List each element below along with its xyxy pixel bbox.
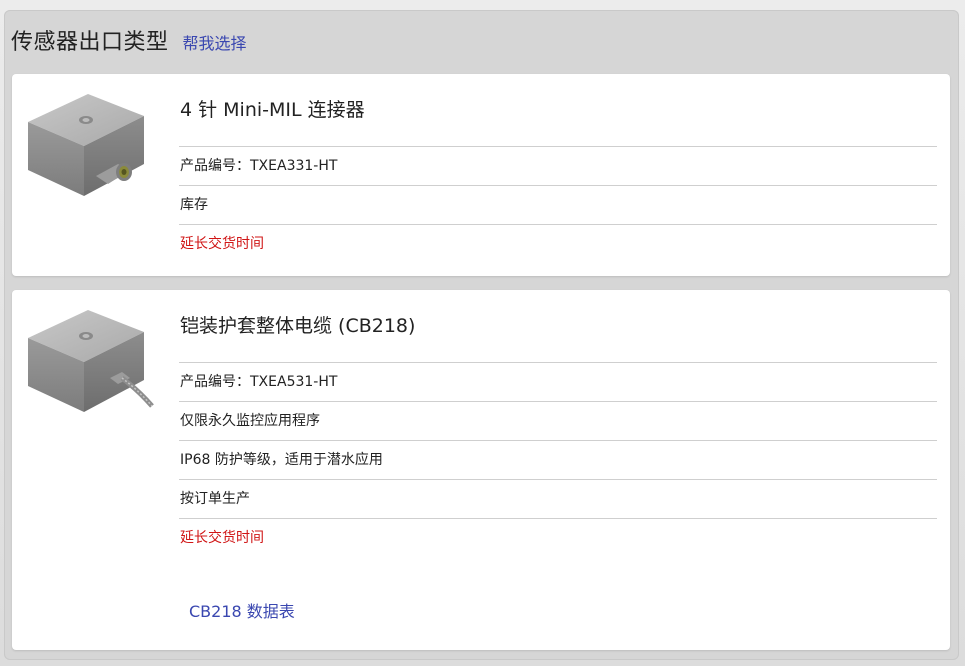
stock-status: 库存 — [179, 185, 937, 224]
product-details: 4 针 Mini-MIL 连接器 产品编号：TXEA331-HT 库存 延长交货… — [179, 92, 937, 263]
product-title[interactable]: 4 针 Mini-MIL 连接器 — [179, 92, 937, 128]
product-details: 铠装护套整体电缆 (CB218) 产品编号：TXEA531-HT 仅限永久监控应… — [179, 308, 937, 557]
product-card[interactable]: 4 针 Mini-MIL 连接器 产品编号：TXEA331-HT 库存 延长交货… — [12, 74, 950, 276]
panel-header: 传感器出口类型 帮我选择 — [11, 24, 247, 55]
sensor-connector-icon — [28, 94, 144, 196]
sensor-output-panel: 传感器出口类型 帮我选择 4 针 Mini-MIL 连接器 产品编号：TXEA3… — [4, 10, 959, 660]
part-number: 产品编号：TXEA531-HT — [179, 362, 937, 401]
datasheet-link[interactable]: CB218 数据表 — [189, 598, 295, 622]
part-number: 产品编号：TXEA331-HT — [179, 146, 937, 185]
help-me-choose-link[interactable]: 帮我选择 — [183, 30, 247, 54]
feature-row: IP68 防护等级，适用于潜水应用 — [179, 440, 937, 479]
feature-row: 仅限永久监控应用程序 — [179, 401, 937, 440]
lead-time-warning: 延长交货时间 — [179, 224, 937, 263]
sensor-cable-icon — [28, 310, 154, 412]
feature-row: 按订单生产 — [179, 479, 937, 518]
product-card[interactable]: 铠装护套整体电缆 (CB218) 产品编号：TXEA531-HT 仅限永久监控应… — [12, 290, 950, 650]
product-title[interactable]: 铠装护套整体电缆 (CB218) — [179, 308, 937, 344]
panel-title: 传感器出口类型 — [11, 30, 169, 55]
lead-time-warning: 延长交货时间 — [179, 518, 937, 557]
